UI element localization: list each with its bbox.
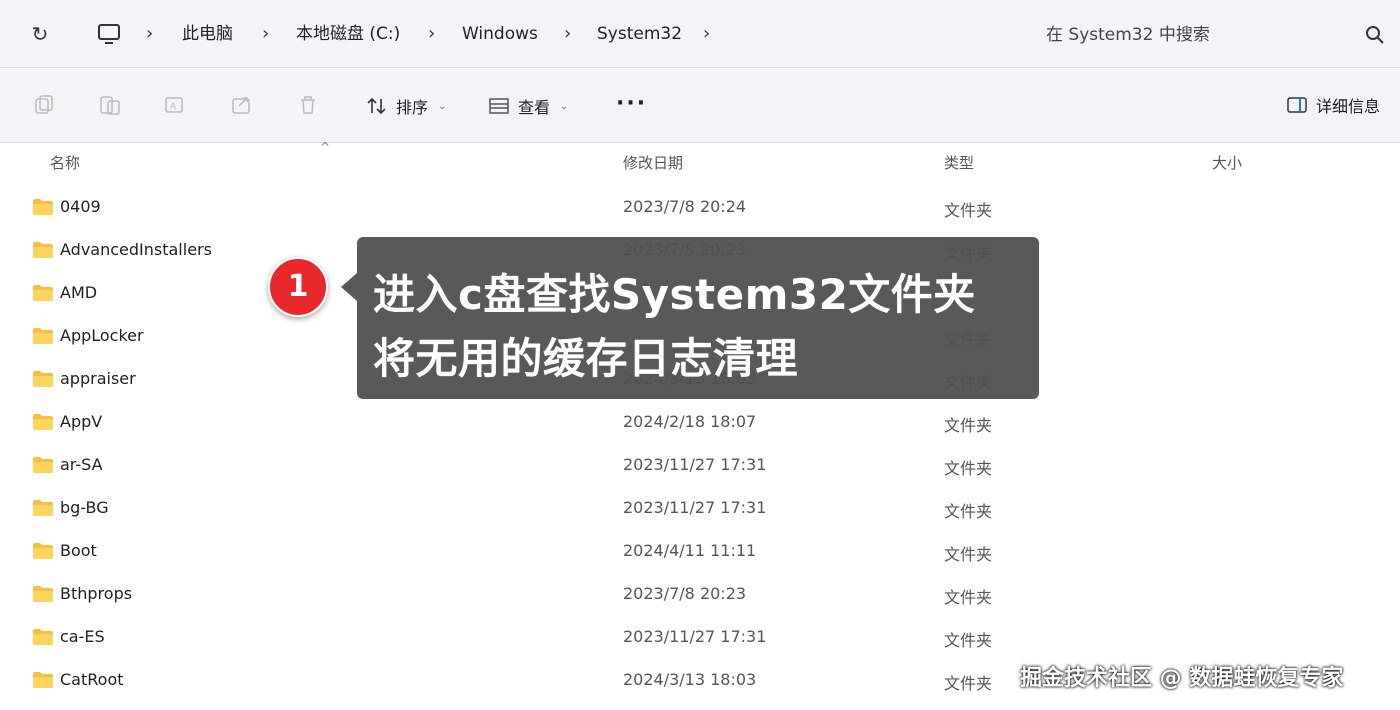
view-icon <box>489 98 509 114</box>
breadcrumb-system32[interactable]: System32 <box>597 22 682 46</box>
folder-icon <box>33 414 53 430</box>
folder-icon <box>33 586 53 602</box>
svg-text:A: A <box>170 102 177 112</box>
chevron-right-icon[interactable]: › <box>146 22 153 46</box>
file-type: 文件夹 <box>944 631 993 650</box>
breadcrumb-this-pc[interactable]: 此电脑 <box>182 22 233 46</box>
column-header-size[interactable]: 大小 <box>1212 152 1242 173</box>
file-type: 文件夹 <box>944 545 993 564</box>
folder-icon <box>33 500 53 516</box>
delete-icon[interactable] <box>296 93 320 117</box>
file-row[interactable]: Boot 2024/4/11 11:11 文件夹 <box>0 531 1400 574</box>
column-header-type[interactable]: 类型 <box>944 152 974 173</box>
file-name: bg-BG <box>60 498 109 517</box>
file-modified-date: 2024/4/11 11:11 <box>623 541 757 560</box>
file-name: ca-ES <box>60 627 105 646</box>
chevron-down-icon: ⌄ <box>560 100 569 112</box>
more-options-button[interactable]: ··· <box>616 91 647 116</box>
folder-icon <box>33 457 53 473</box>
file-modified-date: 2023/7/8 20:24 <box>623 197 747 216</box>
sort-icon <box>367 97 386 115</box>
folder-icon <box>33 328 53 344</box>
callout-pointer <box>341 273 357 301</box>
annotation-line-2: 将无用的缓存日志清理 <box>373 334 799 383</box>
sort-label: 排序 <box>396 98 429 117</box>
folder-icon <box>33 672 53 688</box>
chevron-right-icon[interactable]: › <box>703 22 710 46</box>
file-modified-date: 2023/11/27 17:31 <box>623 455 767 474</box>
folder-icon <box>33 285 53 301</box>
file-row[interactable]: 0409 2023/7/8 20:24 文件夹 <box>0 187 1400 230</box>
sort-ascending-icon: ^ <box>320 140 331 154</box>
annotation-callout: 进入c盘查找System32文件夹 将无用的缓存日志清理 <box>357 237 1039 399</box>
search-placeholder: 在 System32 中搜索 <box>1046 25 1210 45</box>
file-name: appraiser <box>60 369 136 388</box>
cut-icon[interactable] <box>32 93 56 117</box>
chevron-right-icon[interactable]: › <box>428 22 435 46</box>
file-modified-date: 2024/2/18 18:07 <box>623 412 757 431</box>
rename-icon[interactable]: A <box>163 93 187 117</box>
folder-icon <box>33 371 53 387</box>
command-bar: A 排序 ⌄ 查看 ⌄ ··· 详细信息 <box>0 69 1400 143</box>
file-row[interactable]: bg-BG 2023/11/27 17:31 文件夹 <box>0 488 1400 531</box>
file-row[interactable]: ca-ES 2023/11/27 17:31 文件夹 <box>0 617 1400 660</box>
file-row[interactable]: ar-SA 2023/11/27 17:31 文件夹 <box>0 445 1400 488</box>
chevron-right-icon[interactable]: › <box>262 22 269 46</box>
details-label: 详细信息 <box>1316 97 1381 116</box>
file-name: AdvancedInstallers <box>60 240 212 259</box>
breadcrumb-windows[interactable]: Windows <box>462 22 538 46</box>
column-header-name[interactable]: 名称 <box>50 152 80 173</box>
search-icon[interactable] <box>1364 24 1386 46</box>
computer-icon[interactable] <box>96 22 122 46</box>
file-name: ar-SA <box>60 455 103 474</box>
file-name: AppLocker <box>60 326 144 345</box>
view-label: 查看 <box>518 98 551 117</box>
file-row[interactable]: AppV 2024/2/18 18:07 文件夹 <box>0 402 1400 445</box>
breadcrumb-local-disk[interactable]: 本地磁盘 (C:) <box>296 22 400 46</box>
folder-icon <box>33 242 53 258</box>
file-type: 文件夹 <box>944 416 993 435</box>
file-type: 文件夹 <box>944 674 993 693</box>
file-name: AppV <box>60 412 103 431</box>
folder-icon <box>33 199 53 215</box>
file-name: Boot <box>60 541 97 560</box>
file-name: CatRoot <box>60 670 124 689</box>
share-icon[interactable] <box>230 93 254 117</box>
file-name: Bthprops <box>60 584 133 603</box>
search-box[interactable]: 在 System32 中搜索 <box>1028 12 1400 58</box>
chevron-right-icon[interactable]: › <box>564 22 571 46</box>
watermark: 掘金技术社区 @ 数据蛙恢复专家 <box>1020 666 1344 691</box>
file-modified-date: 2023/11/27 17:31 <box>623 627 767 646</box>
view-button[interactable]: 查看 ⌄ <box>488 93 568 119</box>
file-type: 文件夹 <box>944 201 993 220</box>
refresh-icon[interactable]: ↻ <box>28 22 52 46</box>
details-pane-button[interactable]: 详细信息 <box>1286 93 1380 117</box>
file-type: 文件夹 <box>944 502 993 521</box>
address-bar: ↻ › 此电脑 › 本地磁盘 (C:) › Windows › System32… <box>0 0 1400 68</box>
folder-icon <box>33 543 53 559</box>
sort-button[interactable]: 排序 ⌄ <box>366 93 446 119</box>
chevron-down-icon: ⌄ <box>438 100 447 112</box>
folder-icon <box>33 629 53 645</box>
file-name: AMD <box>60 283 98 302</box>
file-modified-date: 2023/7/8 20:23 <box>623 584 747 603</box>
file-type: 文件夹 <box>944 459 993 478</box>
file-modified-date: 2024/3/13 18:03 <box>623 670 757 689</box>
file-name: 0409 <box>60 197 101 216</box>
details-pane-icon <box>1287 97 1307 113</box>
column-header-modified[interactable]: 修改日期 <box>623 152 683 173</box>
copy-icon[interactable] <box>98 93 122 117</box>
annotation-line-1: 进入c盘查找System32文件夹 <box>373 270 976 319</box>
file-modified-date: 2023/11/27 17:31 <box>623 498 767 517</box>
file-row[interactable]: Bthprops 2023/7/8 20:23 文件夹 <box>0 574 1400 617</box>
file-type: 文件夹 <box>944 588 993 607</box>
step-number-badge: 1 <box>268 257 328 317</box>
